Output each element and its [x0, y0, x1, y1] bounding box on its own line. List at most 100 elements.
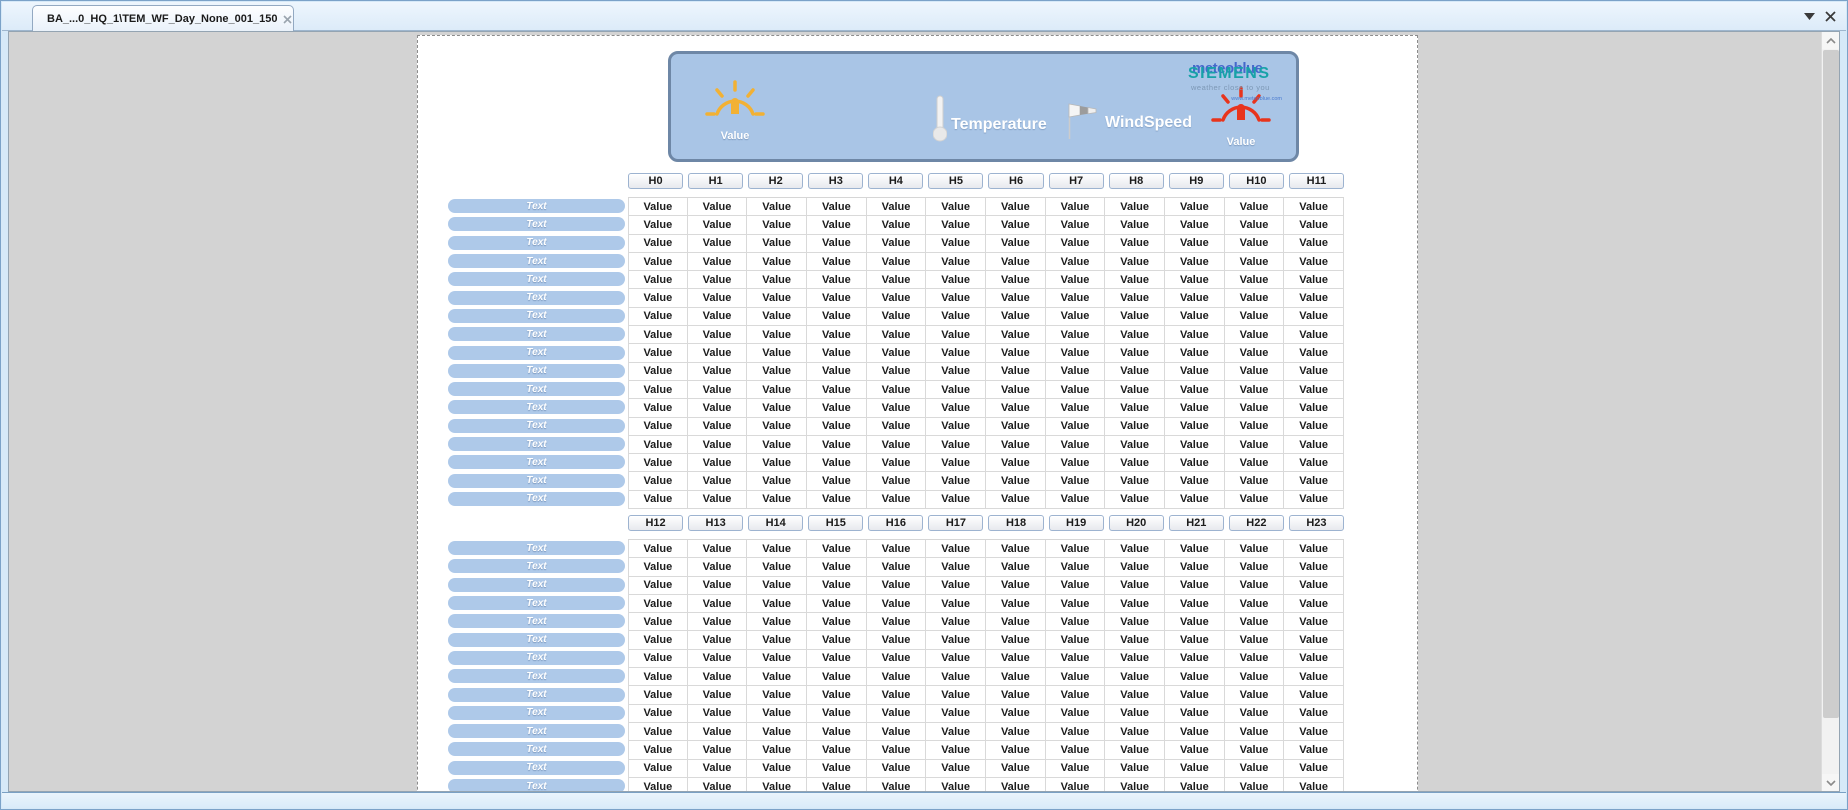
value-cell[interactable]: Value — [926, 344, 986, 362]
value-cell[interactable]: Value — [1284, 705, 1344, 723]
value-cell[interactable]: Value — [1105, 344, 1165, 362]
row-label-pill[interactable]: Text — [448, 291, 625, 305]
value-cell[interactable]: Value — [807, 540, 867, 558]
value-cell[interactable]: Value — [1046, 595, 1106, 613]
value-cell[interactable]: Value — [1284, 595, 1344, 613]
value-cell[interactable]: Value — [926, 778, 986, 792]
row-label-pill[interactable]: Text — [448, 688, 625, 702]
hour-header-cell[interactable]: H21 — [1169, 515, 1224, 531]
value-cell[interactable]: Value — [747, 235, 807, 253]
value-cell[interactable]: Value — [867, 472, 927, 490]
value-cell[interactable]: Value — [1046, 613, 1106, 631]
value-cell[interactable]: Value — [807, 595, 867, 613]
value-cell[interactable]: Value — [926, 198, 986, 216]
value-cell[interactable]: Value — [986, 595, 1046, 613]
value-cell[interactable]: Value — [867, 399, 927, 417]
value-cell[interactable]: Value — [867, 454, 927, 472]
value-cell[interactable]: Value — [1046, 577, 1106, 595]
value-cell[interactable]: Value — [867, 436, 927, 454]
value-cell[interactable]: Value — [1105, 760, 1165, 778]
value-cell[interactable]: Value — [926, 613, 986, 631]
value-cell[interactable]: Value — [688, 760, 748, 778]
value-cell[interactable]: Value — [628, 686, 688, 704]
value-cell[interactable]: Value — [1105, 271, 1165, 289]
row-label-pill[interactable]: Text — [448, 761, 625, 775]
value-cell[interactable]: Value — [926, 650, 986, 668]
value-cell[interactable]: Value — [867, 705, 927, 723]
value-cell[interactable]: Value — [1225, 650, 1285, 668]
value-cell[interactable]: Value — [688, 472, 748, 490]
value-cell[interactable]: Value — [1284, 363, 1344, 381]
value-cell[interactable]: Value — [867, 741, 927, 759]
hour-header-cell[interactable]: H1 — [688, 173, 743, 189]
value-cell[interactable]: Value — [1046, 216, 1106, 234]
value-cell[interactable]: Value — [986, 613, 1046, 631]
report-header-panel[interactable]: Value Temperature Wi — [668, 51, 1299, 162]
row-label-pill[interactable]: Text — [448, 236, 625, 250]
value-cell[interactable]: Value — [807, 613, 867, 631]
value-cell[interactable]: Value — [747, 271, 807, 289]
hour-header-cell[interactable]: H16 — [868, 515, 923, 531]
value-cell[interactable]: Value — [986, 650, 1046, 668]
value-cell[interactable]: Value — [1284, 631, 1344, 649]
value-cell[interactable]: Value — [926, 472, 986, 490]
value-cell[interactable]: Value — [1105, 381, 1165, 399]
value-cell[interactable]: Value — [807, 381, 867, 399]
value-cell[interactable]: Value — [1225, 705, 1285, 723]
value-cell[interactable]: Value — [1165, 418, 1225, 436]
value-cell[interactable]: Value — [688, 650, 748, 668]
value-cell[interactable]: Value — [986, 705, 1046, 723]
value-cell[interactable]: Value — [747, 558, 807, 576]
value-cell[interactable]: Value — [628, 491, 688, 509]
value-cell[interactable]: Value — [986, 668, 1046, 686]
value-cell[interactable]: Value — [628, 540, 688, 558]
value-cell[interactable]: Value — [1284, 326, 1344, 344]
value-cell[interactable]: Value — [628, 289, 688, 307]
value-cell[interactable]: Value — [628, 253, 688, 271]
value-cell[interactable]: Value — [986, 289, 1046, 307]
hour-header-cell[interactable]: H9 — [1169, 173, 1224, 189]
value-cell[interactable]: Value — [1165, 363, 1225, 381]
row-label-pill[interactable]: Text — [448, 541, 625, 555]
value-cell[interactable]: Value — [1165, 271, 1225, 289]
value-cell[interactable]: Value — [1105, 308, 1165, 326]
value-cell[interactable]: Value — [986, 253, 1046, 271]
value-cell[interactable]: Value — [1105, 650, 1165, 668]
row-label-pill[interactable]: Text — [448, 596, 625, 610]
hour-header-cell[interactable]: H4 — [868, 173, 923, 189]
value-cell[interactable]: Value — [1225, 381, 1285, 399]
value-cell[interactable]: Value — [1165, 577, 1225, 595]
value-cell[interactable]: Value — [688, 540, 748, 558]
value-cell[interactable]: Value — [1165, 344, 1225, 362]
value-cell[interactable]: Value — [1046, 741, 1106, 759]
value-cell[interactable]: Value — [986, 686, 1046, 704]
hour-header-cell[interactable]: H19 — [1049, 515, 1104, 531]
value-cell[interactable]: Value — [1046, 668, 1106, 686]
value-cell[interactable]: Value — [867, 289, 927, 307]
value-cell[interactable]: Value — [628, 216, 688, 234]
hour-header-cell[interactable]: H13 — [688, 515, 743, 531]
row-label-pill[interactable]: Text — [448, 400, 625, 414]
value-cell[interactable]: Value — [1284, 760, 1344, 778]
value-cell[interactable]: Value — [1225, 344, 1285, 362]
value-cell[interactable]: Value — [926, 668, 986, 686]
value-cell[interactable]: Value — [1046, 631, 1106, 649]
value-cell[interactable]: Value — [1225, 454, 1285, 472]
row-label-pill[interactable]: Text — [448, 651, 625, 665]
scroll-up-button[interactable] — [1822, 32, 1840, 49]
value-cell[interactable]: Value — [1105, 253, 1165, 271]
value-cell[interactable]: Value — [867, 723, 927, 741]
value-cell[interactable]: Value — [1105, 631, 1165, 649]
value-cell[interactable]: Value — [986, 326, 1046, 344]
value-cell[interactable]: Value — [1105, 686, 1165, 704]
value-cell[interactable]: Value — [867, 778, 927, 792]
value-cell[interactable]: Value — [628, 577, 688, 595]
value-cell[interactable]: Value — [1284, 558, 1344, 576]
row-label-pill[interactable]: Text — [448, 309, 625, 323]
value-cell[interactable]: Value — [1105, 418, 1165, 436]
value-cell[interactable]: Value — [807, 454, 867, 472]
value-cell[interactable]: Value — [688, 198, 748, 216]
value-cell[interactable]: Value — [807, 235, 867, 253]
value-cell[interactable]: Value — [1284, 741, 1344, 759]
value-cell[interactable]: Value — [1284, 723, 1344, 741]
